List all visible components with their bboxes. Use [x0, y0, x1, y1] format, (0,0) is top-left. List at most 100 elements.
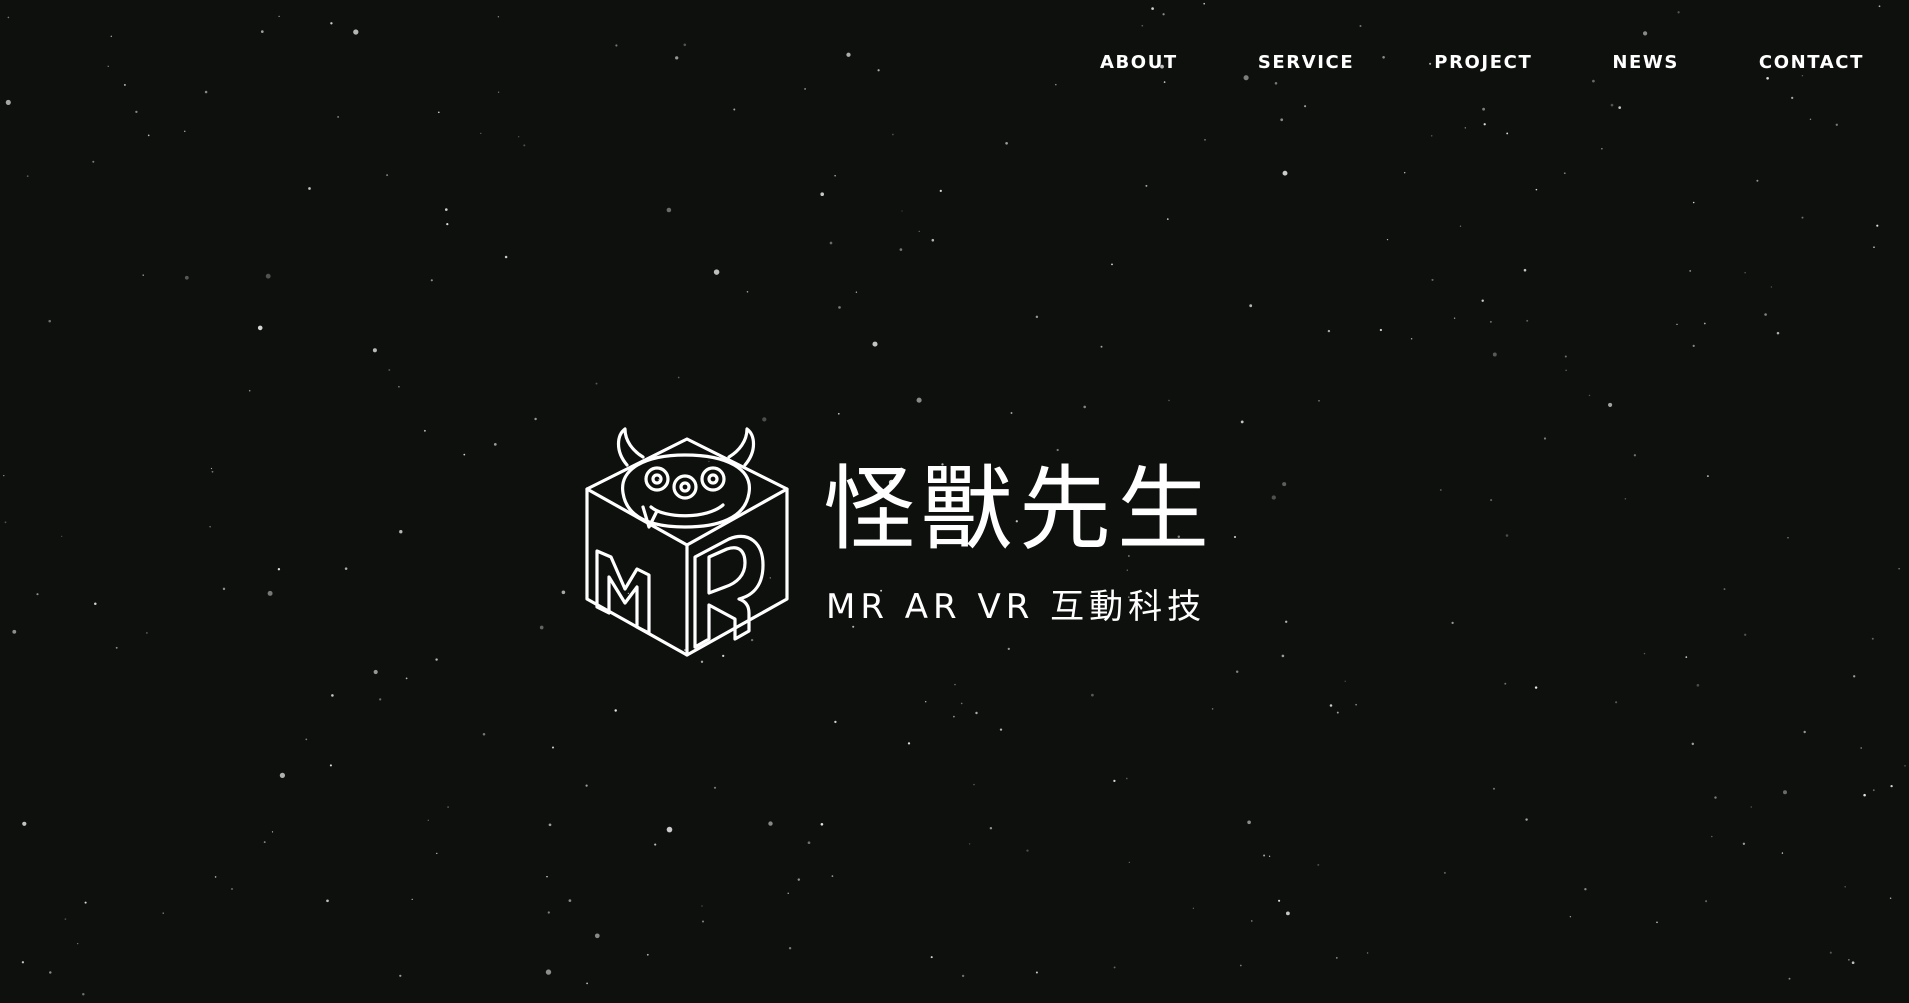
star	[666, 826, 673, 833]
star	[210, 467, 213, 470]
star	[372, 348, 377, 353]
star	[1871, 637, 1874, 640]
star	[787, 892, 789, 894]
nav-contact-link[interactable]: CONTACT	[1759, 52, 1864, 73]
star	[92, 160, 95, 163]
star	[12, 629, 17, 634]
star	[308, 187, 311, 190]
star	[1410, 338, 1413, 340]
star	[1481, 299, 1484, 302]
star	[1035, 971, 1038, 974]
star	[1010, 412, 1013, 414]
star	[551, 746, 555, 749]
star	[1439, 489, 1442, 491]
star	[1026, 849, 1029, 852]
star	[1783, 790, 1787, 795]
star	[1505, 534, 1509, 537]
star	[497, 91, 500, 93]
star	[1791, 96, 1794, 100]
star	[834, 175, 836, 177]
star	[265, 273, 271, 279]
nav-news-link[interactable]: NEWS	[1612, 52, 1679, 73]
star	[1787, 537, 1789, 539]
star	[330, 22, 333, 25]
star	[1766, 76, 1769, 80]
star	[1113, 779, 1116, 783]
star	[1829, 951, 1832, 954]
star	[1523, 268, 1527, 272]
star	[373, 669, 378, 675]
star	[1249, 304, 1253, 308]
star	[1878, 5, 1881, 8]
star	[386, 174, 389, 177]
star	[115, 646, 118, 649]
star	[411, 898, 413, 901]
star	[209, 526, 211, 528]
star	[568, 899, 572, 902]
nav-about-link[interactable]: ABOUT	[1100, 52, 1178, 73]
star	[1872, 789, 1875, 792]
star	[353, 29, 359, 35]
star	[1744, 633, 1747, 636]
star	[263, 841, 266, 844]
star	[1355, 703, 1357, 706]
star	[1489, 320, 1492, 323]
star	[1247, 820, 1251, 825]
star	[918, 230, 920, 233]
star	[1535, 188, 1538, 191]
star	[804, 87, 807, 90]
star	[702, 920, 704, 923]
star	[1714, 796, 1717, 799]
star	[1853, 675, 1856, 678]
star	[1490, 499, 1493, 502]
star	[1803, 730, 1806, 734]
star	[445, 208, 448, 211]
star	[279, 772, 286, 779]
star	[1692, 344, 1695, 347]
star	[975, 711, 978, 715]
star	[1162, 13, 1165, 16]
star	[110, 35, 113, 38]
star	[1504, 682, 1507, 685]
star	[267, 590, 273, 596]
star	[1764, 313, 1767, 316]
star	[1860, 747, 1863, 749]
star	[1898, 568, 1900, 570]
star	[1335, 956, 1338, 959]
nav-project-link[interactable]: PROJECT	[1434, 52, 1532, 73]
star	[1776, 331, 1780, 335]
star	[820, 192, 824, 196]
brand-tagline: MR AR VR 互動科技	[826, 587, 1207, 627]
star	[683, 43, 687, 47]
star	[546, 875, 548, 878]
star	[1506, 132, 1509, 135]
star	[762, 417, 767, 422]
star	[1534, 686, 1538, 689]
star	[1005, 141, 1008, 145]
star	[184, 275, 189, 280]
star	[1404, 172, 1406, 174]
star	[939, 189, 942, 193]
star	[1278, 899, 1281, 902]
star	[277, 568, 281, 571]
nav-service-link[interactable]: SERVICE	[1258, 52, 1354, 73]
star	[1706, 475, 1709, 478]
star	[1873, 246, 1875, 249]
star	[1851, 961, 1855, 965]
star	[1318, 400, 1320, 402]
star	[482, 733, 486, 736]
star	[7, 16, 10, 19]
star	[271, 831, 274, 833]
star	[1100, 345, 1103, 348]
star	[838, 306, 841, 309]
star	[231, 888, 233, 890]
star	[1251, 920, 1253, 922]
star	[1904, 765, 1906, 767]
star	[1703, 322, 1706, 325]
star	[1723, 588, 1726, 591]
star	[1431, 278, 1434, 281]
star	[1285, 620, 1288, 623]
star	[1111, 263, 1113, 266]
star	[595, 382, 598, 385]
star	[846, 52, 851, 57]
